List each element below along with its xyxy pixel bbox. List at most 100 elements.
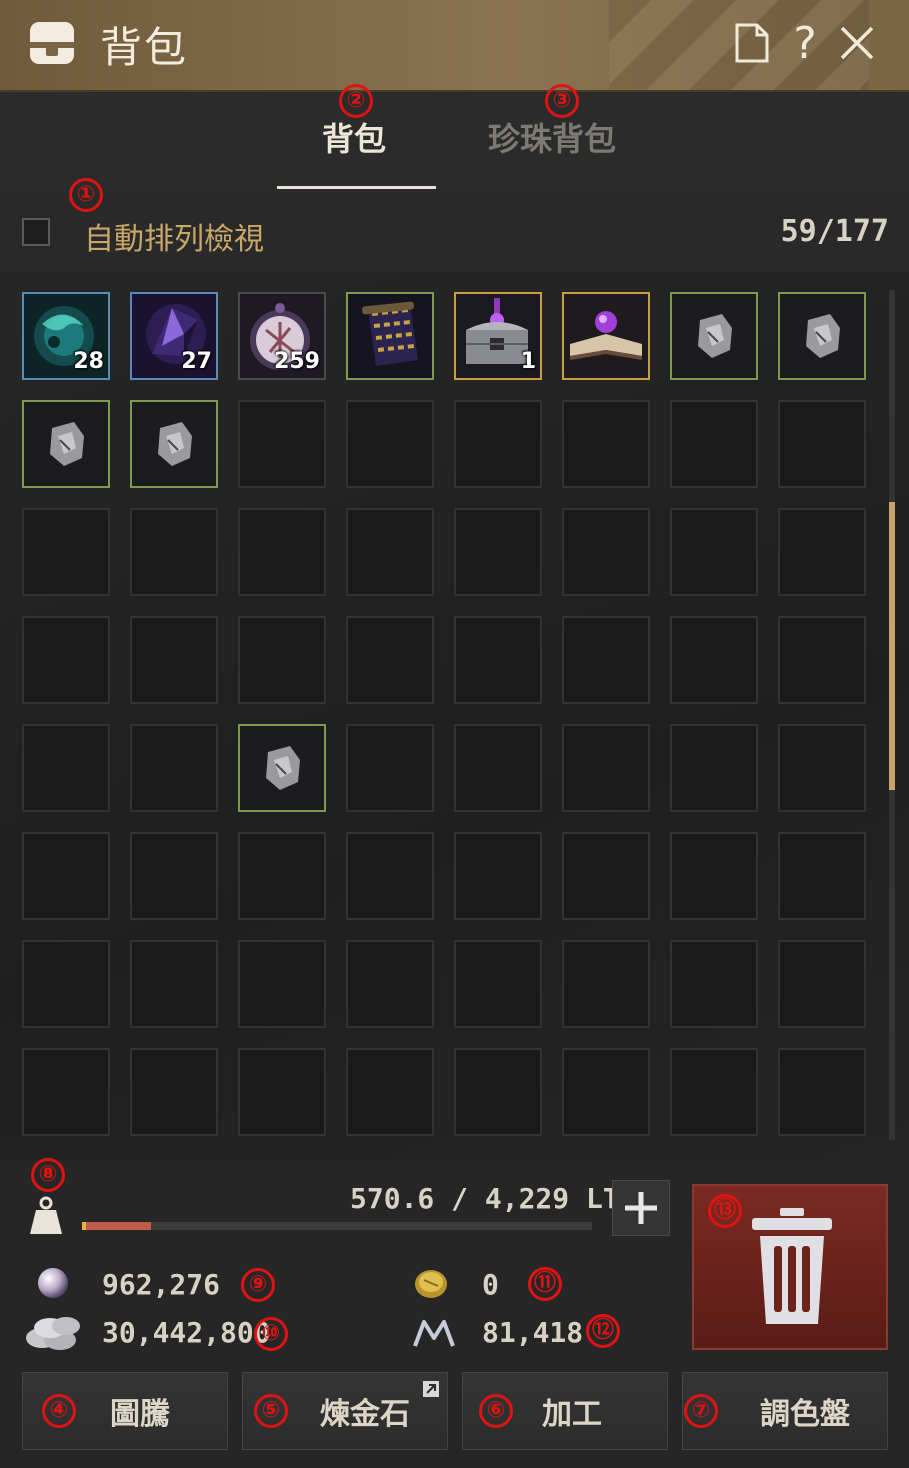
empty-slot[interactable] [778, 616, 866, 704]
help-icon[interactable]: ? [782, 18, 828, 69]
empty-slot[interactable] [22, 724, 110, 812]
marker-8: ⑧ [31, 1158, 65, 1192]
empty-slot[interactable] [130, 724, 218, 812]
empty-slot[interactable] [130, 940, 218, 1028]
empty-slot[interactable] [22, 616, 110, 704]
empty-slot[interactable] [130, 508, 218, 596]
auto-sort-checkbox[interactable] [22, 218, 50, 246]
empty-slot[interactable] [22, 832, 110, 920]
marker-5: ⑤ [254, 1394, 288, 1428]
empty-slot[interactable] [130, 1048, 218, 1136]
inventory-slot[interactable]: 259 [238, 292, 326, 380]
empty-slot[interactable] [562, 832, 650, 920]
inventory-slot[interactable]: 28 [22, 292, 110, 380]
inventory-slot[interactable] [346, 292, 434, 380]
marker-12: ⑫ [586, 1314, 620, 1348]
inventory-slot[interactable]: 1 [454, 292, 542, 380]
empty-slot[interactable] [238, 940, 326, 1028]
page-icon[interactable] [728, 18, 774, 68]
empty-slot[interactable] [454, 400, 542, 488]
empty-slot[interactable] [454, 940, 542, 1028]
empty-slot[interactable] [346, 616, 434, 704]
empty-slot[interactable] [346, 832, 434, 920]
empty-slot[interactable] [562, 724, 650, 812]
tab-pearl-inventory[interactable]: 珍珠背包 [488, 114, 616, 160]
empty-slot[interactable] [346, 400, 434, 488]
inventory-slot[interactable] [238, 724, 326, 812]
gold-coin-value: 0 [482, 1268, 499, 1301]
empty-slot[interactable] [562, 1048, 650, 1136]
scrollbar-thumb[interactable] [889, 502, 895, 790]
empty-slot[interactable] [670, 832, 758, 920]
m-point-icon [412, 1318, 456, 1352]
empty-slot[interactable] [778, 508, 866, 596]
tab-inventory[interactable]: 背包 [322, 114, 386, 160]
inventory-slot[interactable]: 27 [130, 292, 218, 380]
trash-icon [752, 1208, 832, 1324]
backpack-icon [28, 20, 76, 66]
empty-slot[interactable] [346, 724, 434, 812]
stone-ore-icon [24, 402, 108, 486]
inventory-slot[interactable] [562, 292, 650, 380]
empty-slot[interactable] [778, 940, 866, 1028]
empty-slot[interactable] [562, 508, 650, 596]
marker-6: ⑥ [479, 1394, 513, 1428]
empty-slot[interactable] [670, 400, 758, 488]
empty-slot[interactable] [238, 616, 326, 704]
close-icon[interactable] [834, 18, 880, 68]
empty-slot[interactable] [562, 940, 650, 1028]
inventory-slot[interactable] [22, 400, 110, 488]
auto-sort-label[interactable]: 自動排列檢視 [84, 214, 264, 258]
empty-slot[interactable] [670, 724, 758, 812]
empty-slot[interactable] [562, 616, 650, 704]
empty-slot[interactable] [454, 1048, 542, 1136]
empty-slot[interactable] [238, 1048, 326, 1136]
empty-slot[interactable] [778, 400, 866, 488]
stone-ore-icon [132, 402, 216, 486]
empty-slot[interactable] [454, 508, 542, 596]
scrollbar[interactable] [889, 290, 895, 1140]
empty-slot[interactable] [454, 832, 542, 920]
empty-slot[interactable] [130, 616, 218, 704]
item-quantity: 27 [181, 349, 212, 374]
empty-slot[interactable] [778, 1048, 866, 1136]
empty-slot[interactable] [346, 508, 434, 596]
empty-slot[interactable] [130, 832, 218, 920]
empty-slot[interactable] [346, 1048, 434, 1136]
marker-7: ⑦ [684, 1394, 718, 1428]
empty-slot[interactable] [454, 724, 542, 812]
empty-slot[interactable] [670, 940, 758, 1028]
empty-slot[interactable] [22, 940, 110, 1028]
external-link-icon [423, 1381, 439, 1397]
empty-slot[interactable] [670, 508, 758, 596]
marker-9: ⑨ [241, 1268, 275, 1302]
gold-coin-icon [412, 1266, 450, 1306]
marker-1: ① [69, 178, 103, 212]
empty-slot[interactable] [454, 616, 542, 704]
empty-slot[interactable] [346, 940, 434, 1028]
expand-weight-button[interactable] [612, 1180, 670, 1236]
empty-slot[interactable] [778, 724, 866, 812]
inventory-slot[interactable] [670, 292, 758, 380]
inventory-slot[interactable] [778, 292, 866, 380]
empty-slot[interactable] [22, 1048, 110, 1136]
stone-ore-icon [672, 294, 756, 378]
silver-coins-icon [22, 1310, 84, 1356]
empty-slot[interactable] [238, 508, 326, 596]
title-bar[interactable]: 背包 ? [0, 0, 909, 92]
tab-bar: 背包 珍珠背包 [0, 92, 909, 193]
marker-10: ⑩ [254, 1317, 288, 1351]
empty-slot[interactable] [670, 1048, 758, 1136]
empty-slot[interactable] [670, 616, 758, 704]
m-point-value: 81,418 [482, 1316, 584, 1349]
empty-slot[interactable] [22, 508, 110, 596]
weight-icon [28, 1196, 64, 1236]
empty-slot[interactable] [238, 400, 326, 488]
empty-slot[interactable] [238, 832, 326, 920]
plus-icon [625, 1192, 657, 1224]
weight-text: 570.6 / 4,229 LT [350, 1182, 620, 1215]
empty-slot[interactable] [562, 400, 650, 488]
inventory-slot[interactable] [130, 400, 218, 488]
empty-slot[interactable] [778, 832, 866, 920]
stone-ore-icon [780, 294, 864, 378]
